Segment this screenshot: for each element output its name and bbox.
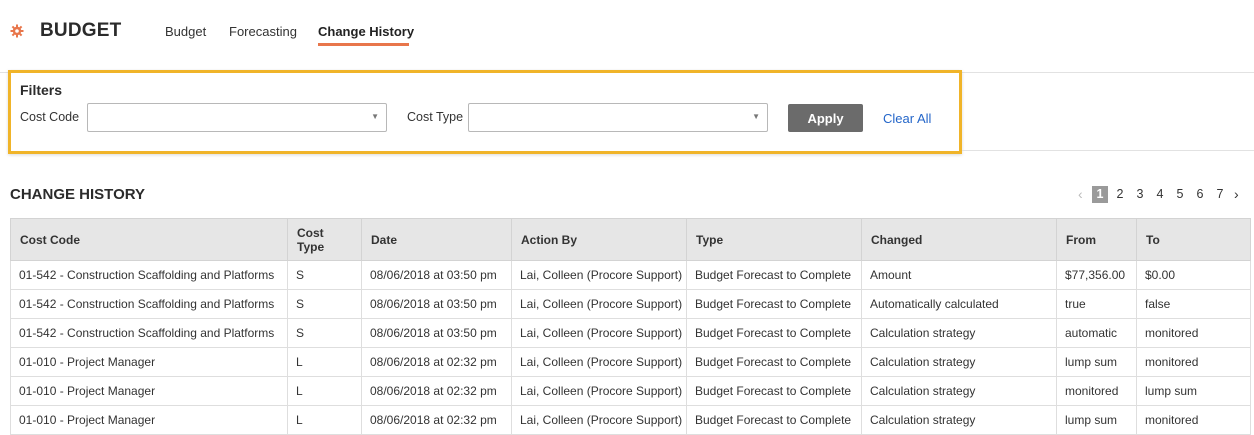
tab-budget[interactable]: Budget	[165, 24, 206, 39]
pagination: ‹ 1 2 3 4 5 6 7 ›	[1078, 186, 1248, 204]
active-tab-indicator	[318, 43, 409, 46]
app-header: BUDGET Budget Forecasting Change History	[0, 0, 1254, 72]
cell-from: true	[1056, 289, 1137, 319]
cell-cost-type: S	[287, 260, 362, 290]
cell-type: Budget Forecast to Complete	[686, 318, 862, 348]
page-7[interactable]: 7	[1212, 186, 1228, 203]
cost-type-label: Cost Type	[407, 110, 464, 124]
cell-cost-code: 01-010 - Project Manager	[10, 405, 288, 435]
table-row: 01-010 - Project Manager L 08/06/2018 at…	[10, 376, 1251, 406]
page-1[interactable]: 1	[1092, 186, 1108, 203]
cell-type: Budget Forecast to Complete	[686, 260, 862, 290]
cell-changed: Amount	[861, 260, 1057, 290]
cell-to: monitored	[1136, 318, 1251, 348]
cell-to: lump sum	[1136, 376, 1251, 406]
cell-changed: Calculation strategy	[861, 347, 1057, 377]
chevron-left-icon[interactable]: ‹	[1078, 186, 1083, 202]
cell-date: 08/06/2018 at 02:32 pm	[361, 347, 512, 377]
table-row: 01-010 - Project Manager L 08/06/2018 at…	[10, 347, 1251, 377]
cell-date: 08/06/2018 at 03:50 pm	[361, 260, 512, 290]
cell-type: Budget Forecast to Complete	[686, 347, 862, 377]
cell-date: 08/06/2018 at 03:50 pm	[361, 289, 512, 319]
col-header-changed[interactable]: Changed	[861, 218, 1057, 261]
cell-action-by: Lai, Colleen (Procore Support)	[511, 405, 687, 435]
cell-action-by: Lai, Colleen (Procore Support)	[511, 376, 687, 406]
cost-code-label: Cost Code	[20, 110, 80, 124]
col-header-type[interactable]: Type	[686, 218, 862, 261]
col-header-cost-type[interactable]: Cost Type	[287, 218, 362, 261]
cell-date: 08/06/2018 at 02:32 pm	[361, 405, 512, 435]
cell-cost-code: 01-542 - Construction Scaffolding and Pl…	[10, 289, 288, 319]
table-header-row: Cost Code Cost Type Date Action By Type …	[10, 218, 1251, 261]
change-history-table-wrap: Cost Code Cost Type Date Action By Type …	[10, 218, 1251, 435]
col-header-cost-code[interactable]: Cost Code	[10, 218, 288, 261]
cell-from: $77,356.00	[1056, 260, 1137, 290]
filters-title: Filters	[20, 82, 63, 98]
cell-from: lump sum	[1056, 347, 1137, 377]
cell-type: Budget Forecast to Complete	[686, 289, 862, 319]
cell-action-by: Lai, Colleen (Procore Support)	[511, 347, 687, 377]
cell-cost-type: L	[287, 405, 362, 435]
cell-cost-type: S	[287, 289, 362, 319]
cell-date: 08/06/2018 at 02:32 pm	[361, 376, 512, 406]
page-4[interactable]: 4	[1152, 186, 1168, 203]
cell-to: monitored	[1136, 347, 1251, 377]
table-row: 01-542 - Construction Scaffolding and Pl…	[10, 318, 1251, 348]
chevron-down-icon: ▼	[371, 112, 379, 121]
cell-from: monitored	[1056, 376, 1137, 406]
cell-cost-code: 01-010 - Project Manager	[10, 376, 288, 406]
cost-type-select[interactable]: ▼	[468, 103, 768, 132]
chevron-down-icon: ▼	[752, 112, 760, 121]
page-6[interactable]: 6	[1192, 186, 1208, 203]
cell-changed: Calculation strategy	[861, 376, 1057, 406]
cell-from: lump sum	[1056, 405, 1137, 435]
cell-changed: Automatically calculated	[861, 289, 1057, 319]
cell-action-by: Lai, Colleen (Procore Support)	[511, 318, 687, 348]
gear-icon[interactable]	[10, 24, 24, 38]
cell-to: monitored	[1136, 405, 1251, 435]
cell-type: Budget Forecast to Complete	[686, 376, 862, 406]
change-history-table: Cost Code Cost Type Date Action By Type …	[10, 218, 1251, 435]
col-header-date[interactable]: Date	[361, 218, 512, 261]
change-history-title: CHANGE HISTORY	[10, 186, 146, 203]
cell-cost-type: L	[287, 347, 362, 377]
cell-type: Budget Forecast to Complete	[686, 405, 862, 435]
cell-changed: Calculation strategy	[861, 405, 1057, 435]
page-5[interactable]: 5	[1172, 186, 1188, 203]
clear-all-link[interactable]: Clear All	[883, 111, 931, 126]
tab-change-history[interactable]: Change History	[318, 24, 414, 39]
chevron-right-icon[interactable]: ›	[1234, 186, 1239, 202]
table-row: 01-010 - Project Manager L 08/06/2018 at…	[10, 405, 1251, 435]
apply-button[interactable]: Apply	[788, 104, 863, 132]
col-header-from[interactable]: From	[1056, 218, 1137, 261]
col-header-to[interactable]: To	[1136, 218, 1251, 261]
cell-to: $0.00	[1136, 260, 1251, 290]
cost-code-select[interactable]: ▼	[87, 103, 387, 132]
page-3[interactable]: 3	[1132, 186, 1148, 203]
app-title: BUDGET	[40, 20, 122, 41]
cell-action-by: Lai, Colleen (Procore Support)	[511, 260, 687, 290]
cell-cost-code: 01-542 - Construction Scaffolding and Pl…	[10, 260, 288, 290]
page-2[interactable]: 2	[1112, 186, 1128, 203]
cell-cost-code: 01-010 - Project Manager	[10, 347, 288, 377]
col-header-action-by[interactable]: Action By	[511, 218, 687, 261]
cell-cost-type: S	[287, 318, 362, 348]
cell-changed: Calculation strategy	[861, 318, 1057, 348]
cell-cost-code: 01-542 - Construction Scaffolding and Pl…	[10, 318, 288, 348]
cell-from: automatic	[1056, 318, 1137, 348]
filters-divider	[962, 150, 1254, 151]
cell-cost-type: L	[287, 376, 362, 406]
table-row: 01-542 - Construction Scaffolding and Pl…	[10, 289, 1251, 319]
cell-action-by: Lai, Colleen (Procore Support)	[511, 289, 687, 319]
cell-date: 08/06/2018 at 03:50 pm	[361, 318, 512, 348]
cell-to: false	[1136, 289, 1251, 319]
table-row: 01-542 - Construction Scaffolding and Pl…	[10, 260, 1251, 290]
tab-forecasting[interactable]: Forecasting	[229, 24, 297, 39]
